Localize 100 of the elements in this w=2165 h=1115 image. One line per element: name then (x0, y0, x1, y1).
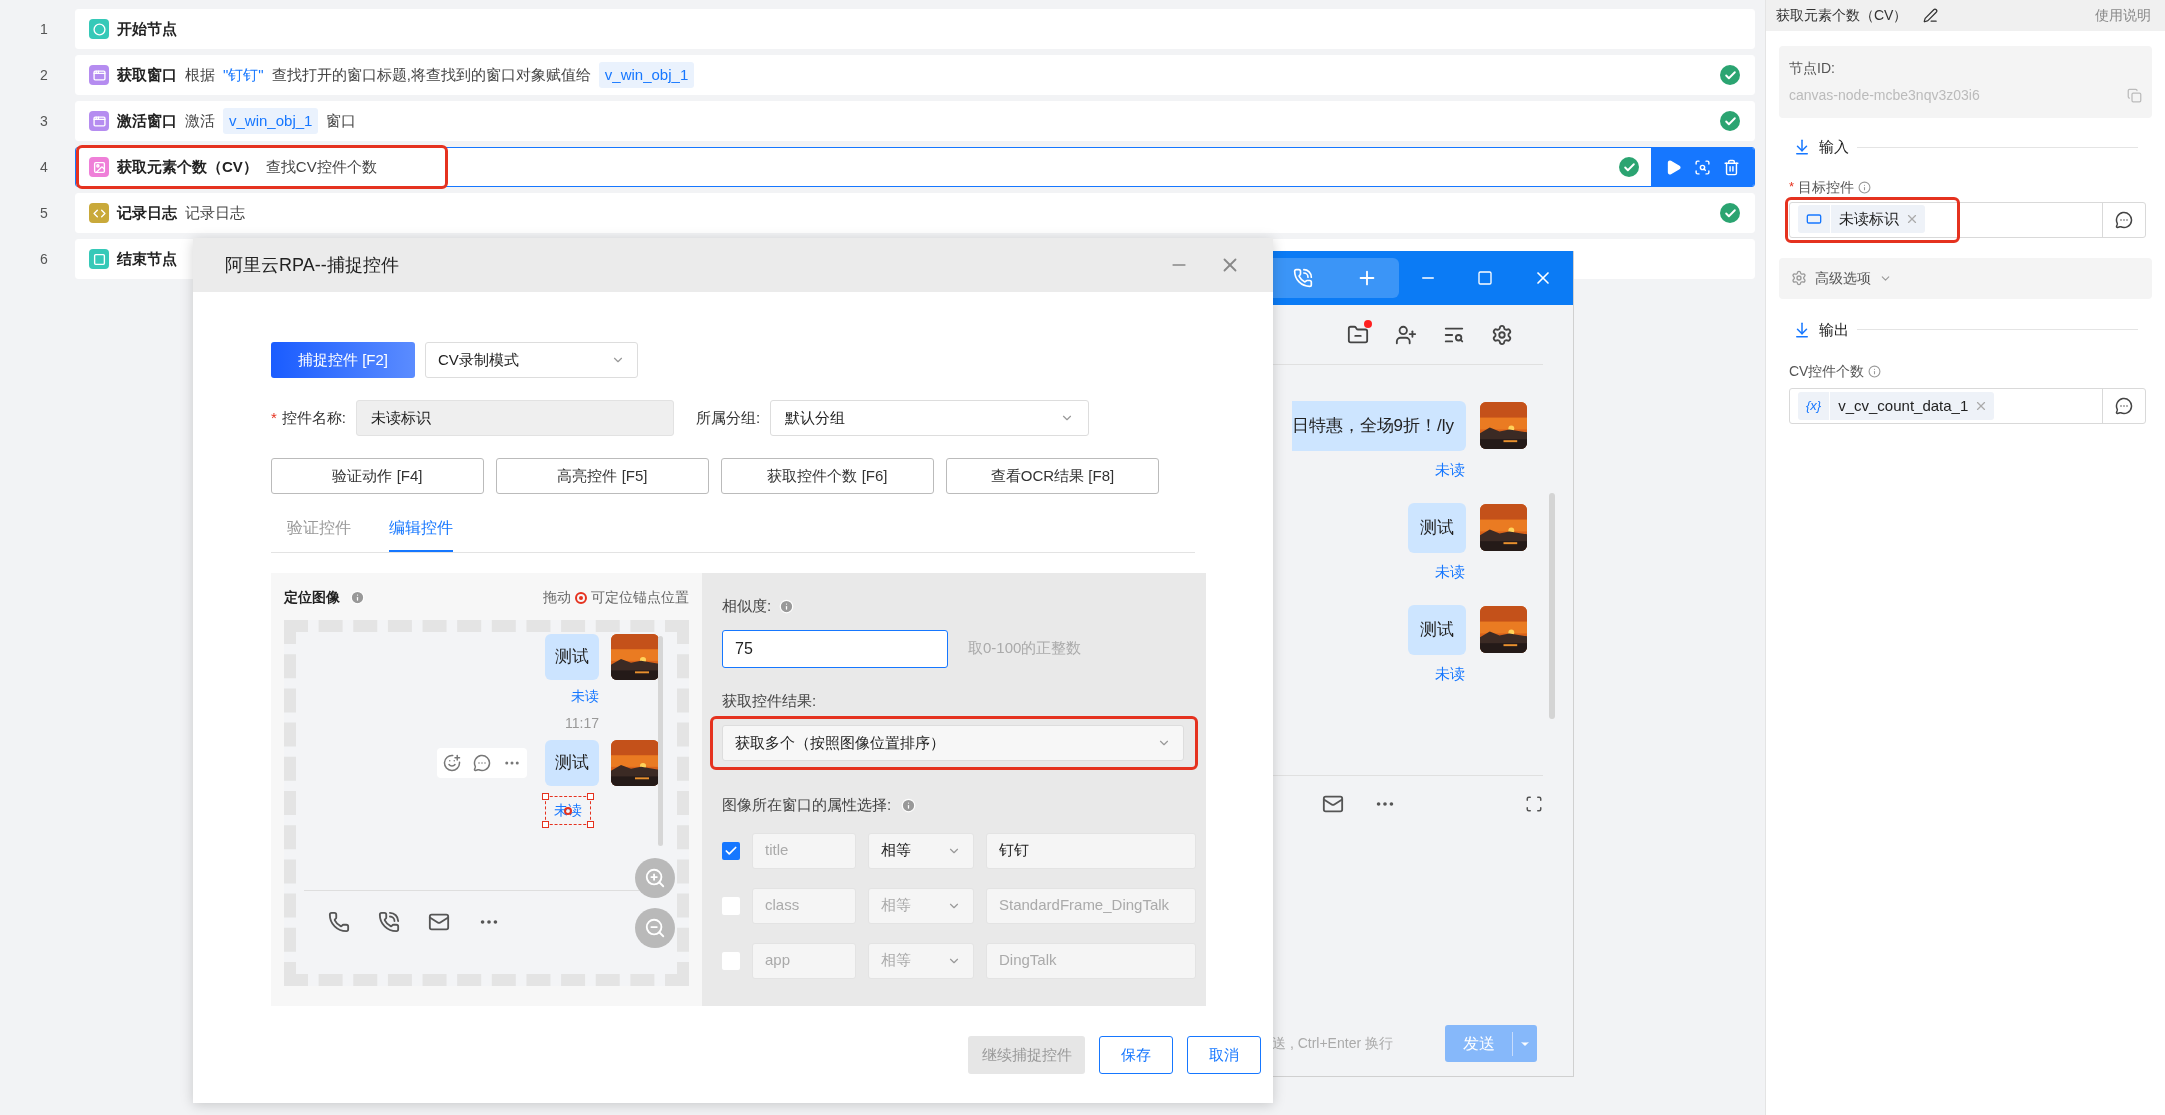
step-description: 记录日志 (185, 202, 245, 223)
similarity-input[interactable]: 75 (722, 629, 948, 668)
flow-step[interactable]: 开始节点 (75, 9, 1755, 49)
message-bubble: 测试 (545, 634, 599, 680)
row-number: 6 (39, 249, 49, 269)
zoom-in-icon (644, 867, 666, 889)
field-label: 目标控件 (1798, 177, 1855, 197)
dialog-button[interactable]: 取消 (1187, 1036, 1261, 1074)
scan-icon[interactable] (1694, 158, 1711, 176)
output-icon (1793, 320, 1811, 339)
mode-select[interactable]: CV录制模式 (425, 342, 638, 378)
field-hint: 取0-100的正整数 (968, 638, 1082, 659)
step-description: 查找CV控件个数 (265, 156, 377, 177)
target-icon (575, 591, 587, 604)
action-button[interactable]: 查看OCR结果 [F8] (946, 458, 1159, 494)
emoji-icon[interactable] (443, 754, 461, 772)
settings-icon[interactable] (1491, 323, 1513, 346)
capture-button[interactable]: 捕捉控件 [F2] (271, 342, 415, 378)
checkbox[interactable] (722, 841, 740, 860)
step-description: 窗口 (326, 110, 357, 131)
add-contact-icon[interactable] (1395, 323, 1417, 346)
phone-icon[interactable] (328, 910, 350, 933)
variable-tag: {x} v_cv_count_data_1 (1798, 392, 1995, 420)
message-bubble: 测试 (1408, 503, 1466, 553)
unread-status: 未读 (1435, 459, 1465, 480)
panel-title: 获取元素个数（CV） (1776, 6, 1908, 25)
step-description: 激活 (185, 110, 215, 131)
call-icon[interactable] (378, 910, 400, 933)
row-number: 4 (39, 157, 49, 177)
variable-icon: {x} (1806, 396, 1822, 416)
unread-status: 未读 (1435, 561, 1465, 582)
section-title: 输出 (1819, 319, 1849, 340)
preview-title: 定位图像 (284, 588, 340, 607)
quoted-value: "钉钉" (223, 64, 264, 85)
run-icon[interactable] (1665, 158, 1682, 176)
section-title: 输入 (1819, 137, 1849, 157)
row-number: 3 (39, 111, 49, 131)
step-title: 获取窗口 (117, 64, 177, 85)
node-id-label: 节点ID: (1789, 59, 1836, 78)
unread-status: 未读 (571, 687, 599, 706)
flow-step[interactable]: 记录日志 记录日志 (75, 193, 1755, 233)
field-label: 所属分组: (696, 407, 761, 428)
step-title: 获取元素个数（CV） (117, 156, 258, 177)
target-field[interactable]: 未读标识 (1789, 201, 2146, 238)
input-icon (1793, 138, 1811, 157)
comment-icon[interactable] (473, 754, 491, 772)
info-icon (901, 797, 917, 813)
advanced-options[interactable]: 高级选项 (1779, 257, 2152, 299)
expand-icon[interactable] (1525, 794, 1543, 813)
preview-hint: 可定位锚点位置 (591, 588, 689, 607)
name-input[interactable]: 未读标识 (356, 400, 674, 436)
flow-step[interactable]: 获取元素个数（CV） 查找CV控件个数 (75, 147, 1755, 187)
flow-step[interactable]: 获取窗口 根据 "钉钉" 查找打开的窗口标题,将查找到的窗口对象赋值给 v_win_obj_1 (75, 55, 1755, 95)
variable-chip: v_win_obj_1 (598, 61, 695, 89)
info-icon (350, 590, 365, 605)
unread-status: 未读 (1435, 663, 1465, 684)
message-bubble: 测试 (545, 740, 599, 786)
zoom-out-icon (644, 917, 666, 939)
dialog-button[interactable]: 保存 (1099, 1036, 1173, 1074)
field-label: 图像所在窗口的属性选择: (722, 795, 892, 815)
gear-icon (1791, 270, 1807, 286)
message-bubble: 日特惠，全场9折！/ly (1291, 401, 1466, 451)
variable-chip: v_win_obj_1 (223, 107, 319, 135)
group-select[interactable]: 默认分组 (770, 400, 1090, 436)
action-button[interactable]: 高亮控件 [F5] (496, 458, 709, 494)
field-label: 获取控件结果: (722, 690, 818, 711)
info-icon (779, 598, 795, 614)
attribute-name: title (752, 832, 856, 869)
result-select[interactable]: 获取多个（按照图像位置排序） (722, 725, 1184, 761)
step-description: 根据 (185, 64, 215, 85)
row-number: 2 (39, 65, 49, 85)
preview-hint: 拖动 (543, 588, 571, 607)
element-icon (1806, 211, 1822, 227)
attribute-value[interactable]: 钉钉 (986, 832, 1196, 869)
field-label: 相似度: (722, 596, 772, 616)
folder-icon[interactable] (1347, 323, 1369, 346)
field-label: CV控件个数 (1789, 362, 1865, 381)
action-button[interactable]: 获取控件个数 [F6] (721, 458, 934, 494)
info-icon (1868, 365, 1882, 378)
required-mark: * (271, 407, 277, 428)
row-number: 1 (39, 19, 49, 39)
attribute-name: app (752, 942, 856, 979)
operator-select[interactable]: 相等 (868, 832, 974, 869)
element-tag: 未读标识 (1798, 205, 1925, 233)
maximize-icon[interactable] (1477, 270, 1493, 286)
edit-icon[interactable] (1923, 8, 1939, 23)
output-field[interactable]: {x} v_cv_count_data_1 (1789, 388, 2146, 424)
step-title: 开始节点 (117, 18, 177, 39)
attribute-name: class (752, 887, 856, 924)
dialog-title: 阿里云RPA--捕捉控件 (225, 253, 399, 277)
delete-icon[interactable] (1723, 158, 1740, 176)
field-label: 控件名称: (281, 407, 346, 428)
tab[interactable]: 编辑控件 (389, 516, 453, 552)
row-number: 5 (39, 203, 49, 223)
flow-step[interactable]: 激活窗口 激活 v_win_obj_1 窗口 (75, 101, 1755, 141)
action-button[interactable]: 验证动作 [F4] (271, 458, 484, 494)
input-hint: 送 , Ctrl+Enter 换行 (1272, 1034, 1393, 1053)
step-title: 记录日志 (117, 202, 177, 223)
advanced-label: 高级选项 (1815, 268, 1871, 288)
message-bubble: 测试 (1408, 605, 1466, 655)
